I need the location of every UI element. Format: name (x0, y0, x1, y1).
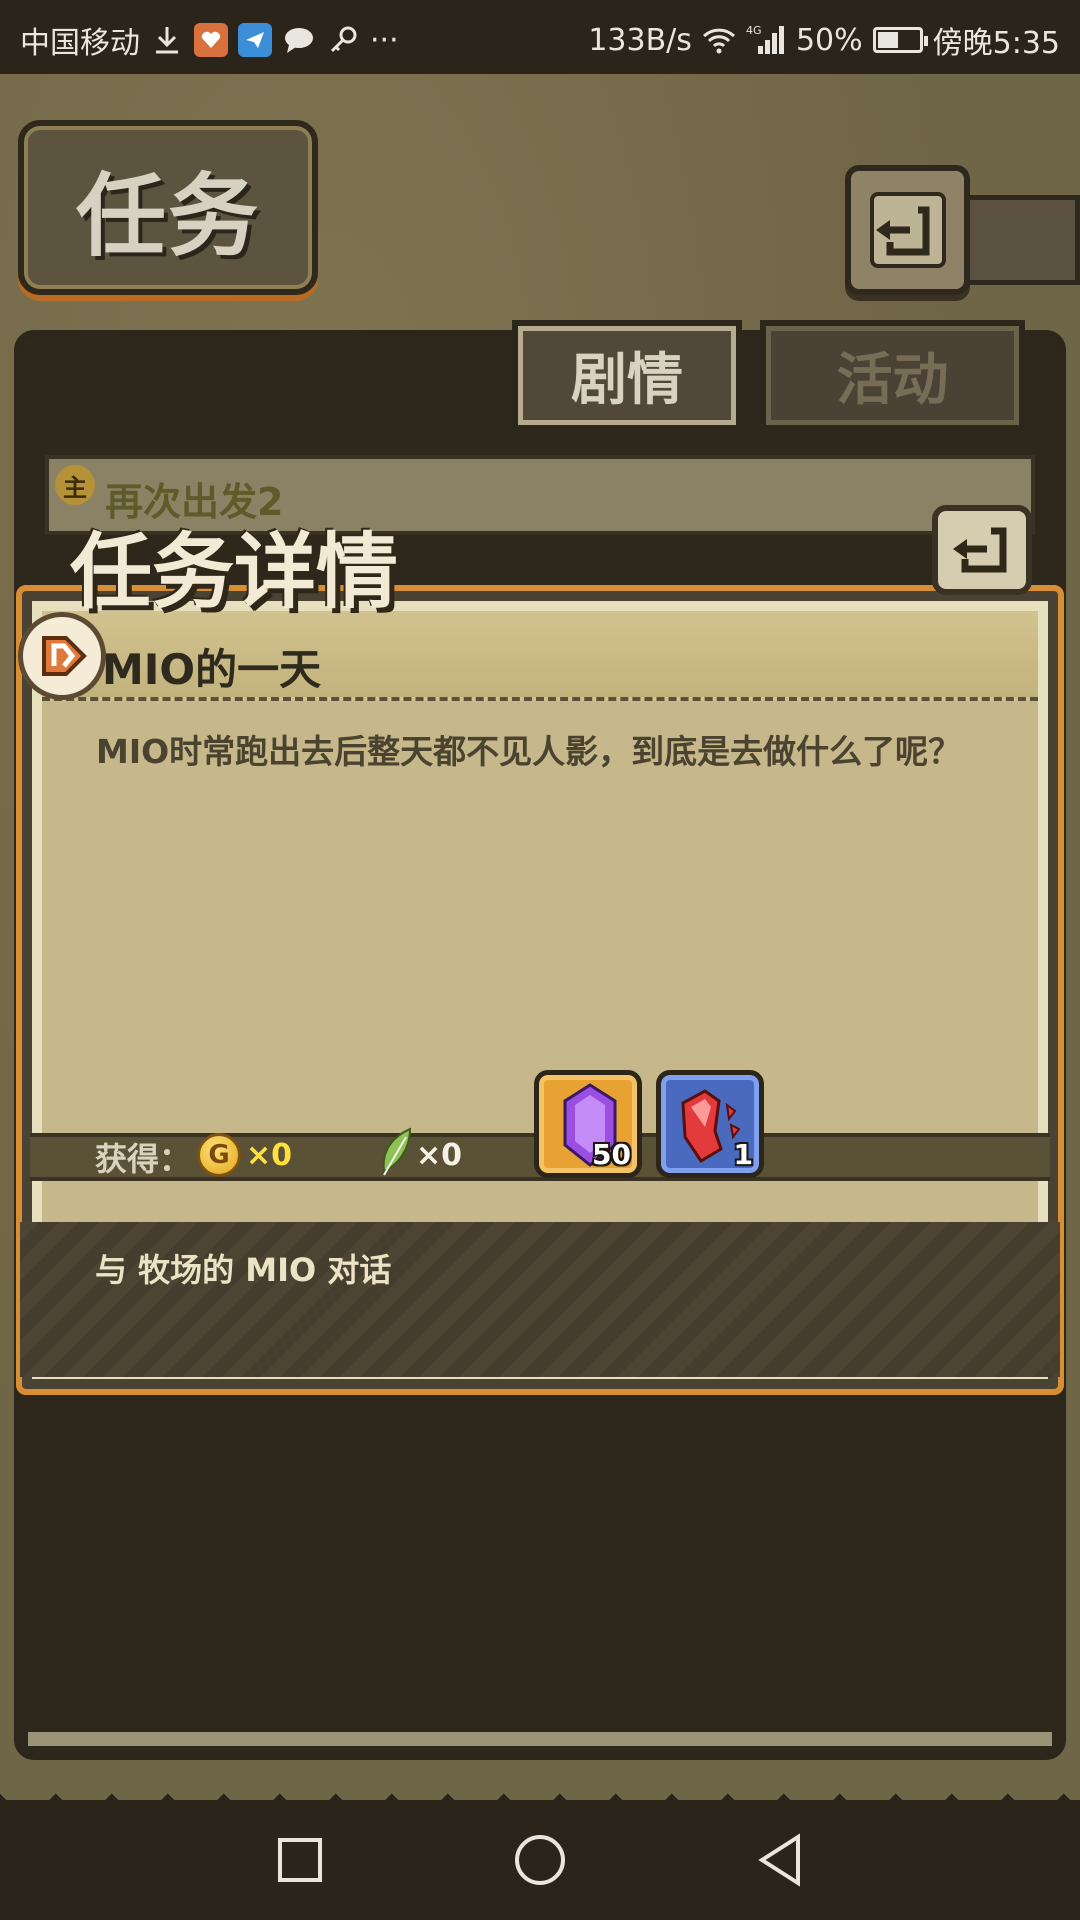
quest-objective: 与 牧场的 MIO 对话 (95, 1251, 392, 1289)
network-type: 4G (746, 24, 762, 37)
tab-story[interactable]: 剧情 (512, 320, 742, 425)
carrier-label: 中国移动 (20, 26, 140, 61)
reward-item-qty: 50 (592, 1138, 631, 1171)
circle-icon (515, 1835, 565, 1885)
reward-label: 获得： (95, 1140, 192, 1178)
page-title-plate: 任务 (18, 120, 318, 295)
page-title: 任务 (76, 162, 260, 269)
feather-reward: ×0 (416, 1138, 463, 1173)
details-close-button[interactable] (932, 505, 1032, 595)
quest-description: MIO时常跑出去后整天都不见人影，到底是去做什么了呢？ (96, 732, 962, 771)
download-icon (150, 23, 184, 57)
chat-icon (282, 23, 316, 57)
back-nav-button[interactable] (750, 1830, 810, 1890)
frame-bottom-bar (24, 1728, 1056, 1750)
reward-item[interactable]: 1 (656, 1070, 764, 1178)
square-icon (278, 1838, 322, 1882)
recents-button[interactable] (270, 1830, 330, 1890)
reward-item-qty: 1 (733, 1138, 753, 1171)
reward-item[interactable]: 50 (534, 1070, 642, 1178)
back-icon (953, 527, 1007, 573)
key-icon (326, 23, 360, 57)
quest-type-icon (18, 612, 106, 700)
feather-icon (382, 1127, 412, 1176)
tab-event[interactable]: 活动 (760, 320, 1025, 425)
coin-symbol: G (208, 1140, 230, 1170)
net-speed: 133B/s (588, 22, 692, 58)
battery-icon (872, 27, 928, 53)
clock: 傍晚5:35 (932, 26, 1060, 61)
app-icon (194, 23, 228, 57)
gold-coin-icon: G (197, 1133, 241, 1177)
coin-reward: ×0 (246, 1138, 293, 1173)
tab-story-label: 剧情 (571, 347, 683, 413)
tab-event-label: 活动 (836, 347, 949, 413)
back-icon (869, 192, 946, 268)
quest-name: MIO的一天 (102, 645, 322, 694)
home-button[interactable] (510, 1830, 570, 1890)
main-quest-badge: 主 (55, 465, 95, 505)
wifi-icon (702, 23, 736, 57)
triangle-back-icon (758, 1833, 800, 1887)
app-icon (238, 23, 272, 57)
battery-percent: 50% (795, 22, 863, 58)
more-icon: ··· (370, 22, 399, 58)
signal-icon: 4G (746, 23, 786, 57)
header-bar (960, 195, 1080, 285)
back-button[interactable] (845, 165, 970, 295)
details-title: 任务详情 (70, 524, 399, 620)
